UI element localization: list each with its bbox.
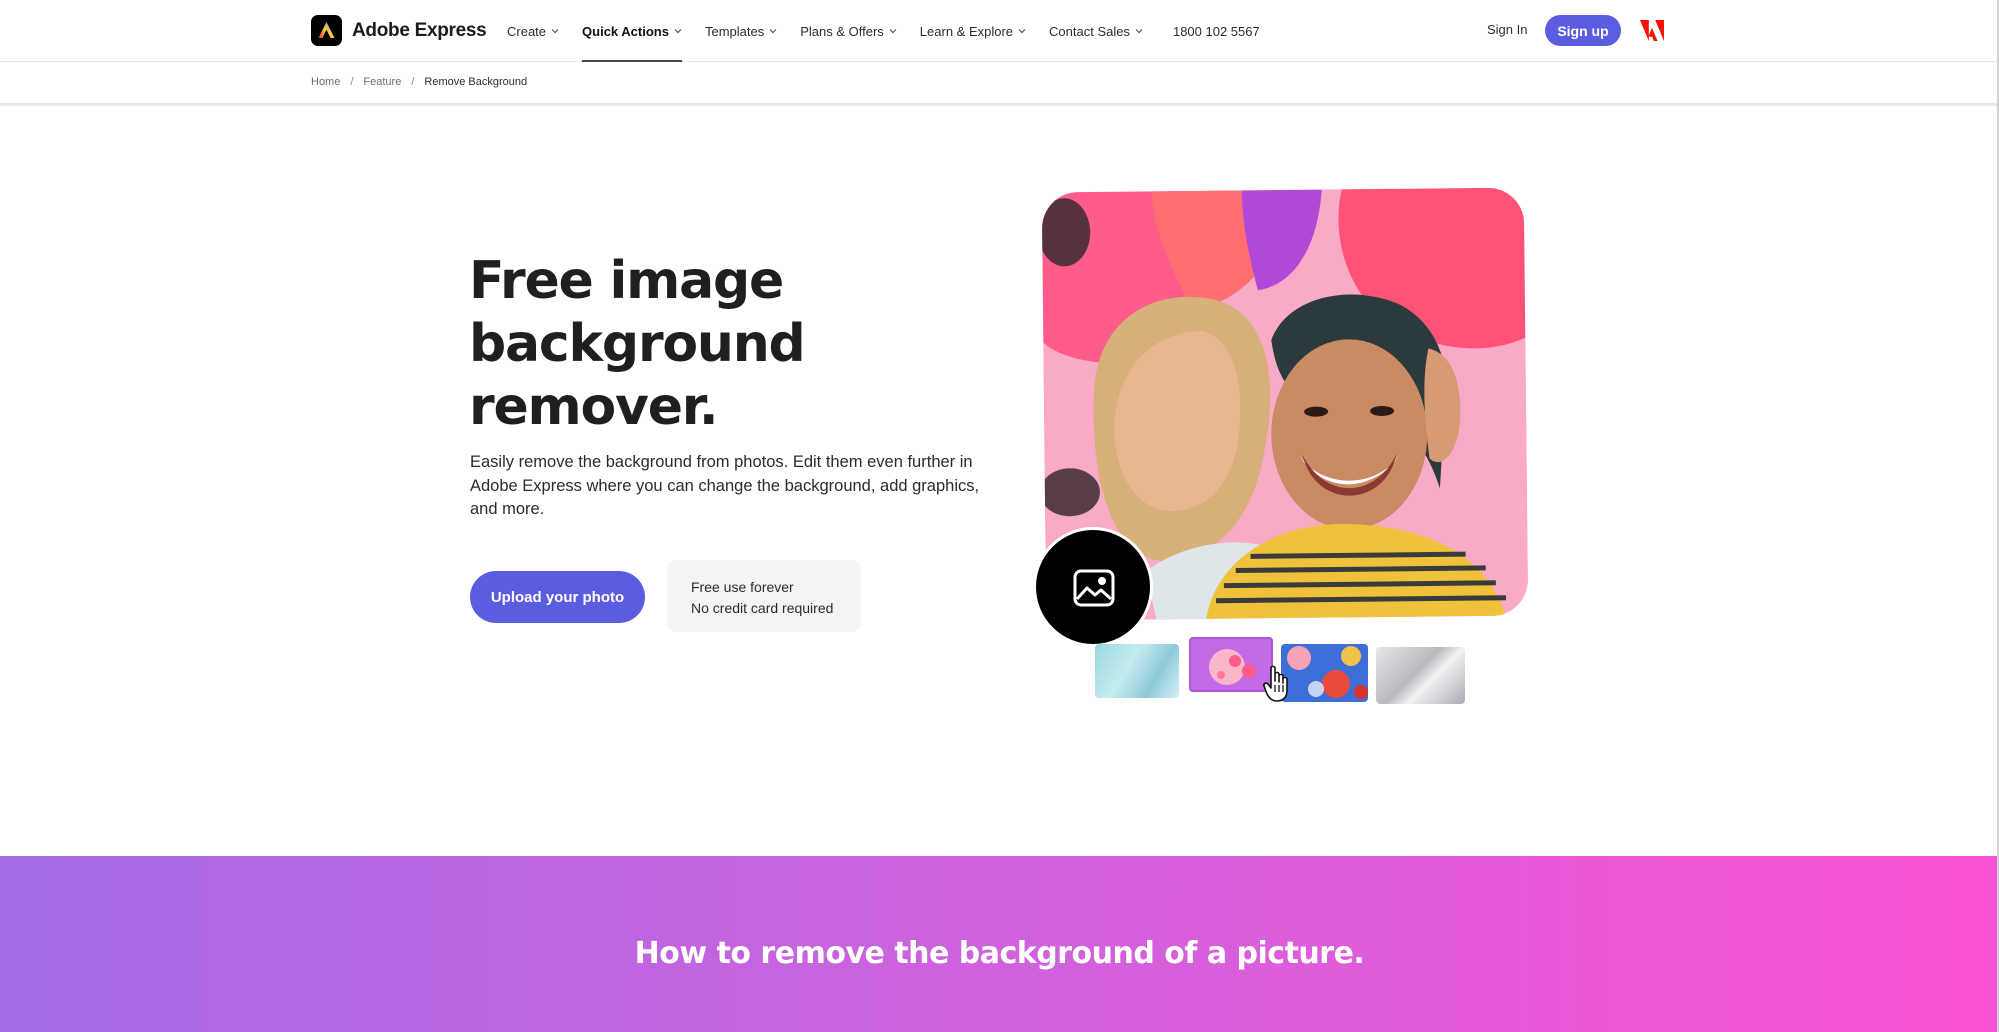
image-upload-badge [1033, 527, 1153, 647]
free-use-text: Free use forever [691, 579, 794, 595]
chevron-down-icon [551, 29, 559, 34]
phone-number-link[interactable]: 1800 102 5567 [1173, 24, 1260, 39]
nav-item-templates[interactable]: Templates [705, 0, 777, 62]
breadcrumb-feature[interactable]: Feature [363, 76, 401, 88]
breadcrumb-separator: / [350, 76, 354, 88]
background-thumbnail-2[interactable] [1189, 637, 1273, 692]
nav-item-contact-sales[interactable]: Contact Sales [1049, 0, 1143, 62]
chevron-down-icon [1018, 29, 1026, 34]
thumbnail-pattern [1281, 644, 1368, 702]
background-thumbnail-1[interactable] [1095, 644, 1179, 698]
thumbnail-pattern [1191, 639, 1271, 690]
main-menu: Create Quick Actions Templates Plans & O… [507, 0, 1260, 62]
breadcrumb: Home / Feature / Remove Background [311, 76, 527, 88]
breadcrumb-current: Remove Background [424, 76, 528, 88]
background-thumbnail-4[interactable] [1376, 647, 1465, 704]
no-credit-card-text: No credit card required [691, 600, 834, 616]
brand-name: Adobe Express [352, 19, 487, 41]
sign-up-button[interactable]: Sign up [1545, 15, 1621, 46]
nav-label: Learn & Explore [919, 23, 1014, 39]
hero-title-line: background [469, 314, 806, 374]
nav-item-create[interactable]: Create [507, 0, 559, 62]
breadcrumb-bar: Home / Feature / Remove Background [0, 62, 1999, 106]
adobe-logo-icon[interactable] [1640, 20, 1664, 41]
top-navigation: Adobe Express Create Quick Actions Templ… [0, 0, 1999, 62]
upload-photo-button[interactable]: Upload your photo [470, 571, 645, 623]
chevron-down-icon [674, 29, 682, 34]
image-icon [1073, 569, 1115, 607]
chevron-down-icon [769, 29, 777, 34]
hero-description: Easily remove the background from photos… [470, 453, 980, 518]
hero-title-line: remover. [469, 377, 719, 437]
how-to-banner: How to remove the background of a pictur… [0, 856, 1999, 1032]
chevron-down-icon [889, 29, 897, 34]
adobe-express-logo-icon [311, 15, 342, 46]
how-to-title: How to remove the background of a pictur… [634, 936, 1365, 971]
nav-label: Create [507, 23, 547, 39]
nav-item-plans-offers[interactable]: Plans & Offers [800, 0, 897, 62]
breadcrumb-home[interactable]: Home [311, 76, 340, 88]
nav-label: Contact Sales [1049, 23, 1130, 39]
chevron-down-icon [1135, 29, 1143, 34]
nav-item-quick-actions[interactable]: Quick Actions [582, 0, 682, 62]
free-use-card: Free use forever No credit card required [667, 560, 861, 632]
background-thumbnail-3[interactable] [1281, 644, 1368, 702]
nav-label: Quick Actions [582, 23, 669, 39]
hero-title: Free image background remover. [469, 250, 1029, 439]
nav-label: Plans & Offers [800, 23, 884, 39]
breadcrumb-separator: / [411, 76, 415, 88]
hero-title-line: Free image [469, 251, 784, 311]
nav-label: Templates [704, 23, 765, 39]
sign-in-link[interactable]: Sign In [1487, 22, 1527, 37]
brand-link[interactable]: Adobe Express [311, 15, 487, 46]
hand-cursor-icon [1263, 665, 1288, 702]
nav-item-learn-explore[interactable]: Learn & Explore [920, 0, 1026, 62]
